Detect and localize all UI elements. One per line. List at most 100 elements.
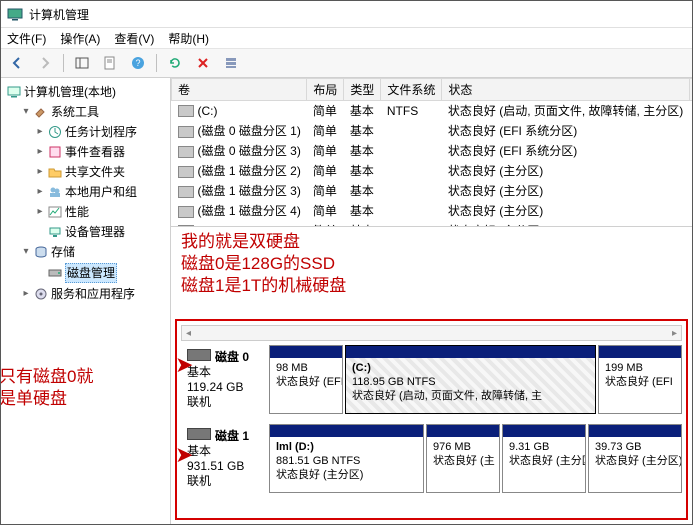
disk1-part4[interactable]: 39.73 GB状态良好 (主分区) bbox=[588, 424, 682, 493]
tree-local-users[interactable]: ▸本地用户和组 bbox=[33, 182, 170, 202]
properties-button[interactable] bbox=[98, 51, 122, 75]
storage-icon bbox=[34, 245, 48, 259]
partition-bar bbox=[270, 346, 342, 358]
col-fs[interactable]: 文件系统 bbox=[381, 79, 442, 101]
table-row[interactable]: (磁盘 0 磁盘分区 1)简单基本状态良好 (EFI 系统分区)98 MB98 bbox=[172, 121, 693, 141]
disk1-part1-d[interactable]: lml (D:)881.51 GB NTFS状态良好 (主分区) bbox=[269, 424, 424, 493]
content-pane: 卷 布局 类型 文件系统 状态 容量 可 (C:)简单基本NTFS状态良好 (启… bbox=[171, 78, 692, 524]
tree-storage[interactable]: ▾存储 bbox=[19, 242, 170, 262]
partition-bar bbox=[589, 425, 681, 437]
expand-icon[interactable]: ▾ bbox=[21, 103, 31, 121]
tools-icon bbox=[34, 105, 48, 119]
disk-map[interactable]: ◂▸ ➤ 磁盘 0 基本 119.24 GB 联机 98 MB状态良好 (EFI bbox=[175, 319, 688, 520]
disk-0-partitions: 98 MB状态良好 (EFI (C:)118.95 GB NTFS状态良好 (启… bbox=[269, 345, 682, 414]
svg-text:?: ? bbox=[135, 58, 140, 68]
tree-disk-management[interactable]: 磁盘管理 bbox=[33, 262, 170, 284]
annotation-right: 我的就是双硬盘 磁盘0是128G的SSD 磁盘1是1T的机械硬盘 bbox=[171, 227, 692, 317]
refresh-button[interactable] bbox=[163, 51, 187, 75]
tree-task-scheduler[interactable]: ▸任务计划程序 bbox=[33, 122, 170, 142]
volume-icon bbox=[178, 126, 194, 138]
delete-button[interactable] bbox=[191, 51, 215, 75]
users-icon bbox=[48, 185, 62, 199]
volume-icon bbox=[178, 186, 194, 198]
tree-shared-folders[interactable]: ▸共享文件夹 bbox=[33, 162, 170, 182]
expand-icon[interactable]: ▸ bbox=[35, 183, 45, 201]
table-row[interactable]: (磁盘 0 磁盘分区 3)简单基本状态良好 (EFI 系统分区)199 MB19 bbox=[172, 141, 693, 161]
disk0-part3[interactable]: 199 MB状态良好 (EFI bbox=[598, 345, 682, 414]
perf-icon bbox=[48, 205, 62, 219]
partition-bar bbox=[270, 425, 423, 437]
col-type[interactable]: 类型 bbox=[344, 79, 381, 101]
col-volume[interactable]: 卷 bbox=[172, 79, 307, 101]
horizontal-scrollbar[interactable]: ◂▸ bbox=[181, 325, 682, 341]
expand-icon[interactable]: ▸ bbox=[35, 143, 45, 161]
annotation-arrow-icon: ➤ bbox=[175, 357, 193, 373]
col-status[interactable]: 状态 bbox=[442, 79, 689, 101]
menu-help[interactable]: 帮助(H) bbox=[168, 30, 209, 47]
volume-icon bbox=[178, 166, 194, 178]
disk-row-0[interactable]: 磁盘 0 基本 119.24 GB 联机 98 MB状态良好 (EFI (C:)… bbox=[181, 345, 682, 414]
toolbar-separator bbox=[156, 54, 157, 72]
services-icon bbox=[34, 287, 48, 301]
expand-icon[interactable]: ▸ bbox=[21, 285, 31, 303]
menu-action[interactable]: 操作(A) bbox=[60, 30, 100, 47]
disk0-part2-c[interactable]: (C:)118.95 GB NTFS状态良好 (启动, 页面文件, 故障转储, … bbox=[345, 345, 596, 414]
table-row[interactable]: (C:)简单基本NTFS状态良好 (启动, 页面文件, 故障转储, 主分区)11… bbox=[172, 101, 693, 121]
partition-bar bbox=[599, 346, 681, 358]
tree-services-apps[interactable]: ▸服务和应用程序 bbox=[19, 284, 170, 304]
volume-list[interactable]: 卷 布局 类型 文件系统 状态 容量 可 (C:)简单基本NTFS状态良好 (启… bbox=[171, 78, 692, 227]
table-row[interactable]: (磁盘 1 磁盘分区 2)简单基本状态良好 (主分区)976 MB97 bbox=[172, 161, 693, 181]
partition-bar bbox=[346, 346, 595, 358]
forward-button[interactable] bbox=[33, 51, 57, 75]
disk-0-info: 磁盘 0 基本 119.24 GB 联机 bbox=[181, 345, 269, 414]
tree-performance[interactable]: ▸性能 bbox=[33, 202, 170, 222]
back-button[interactable] bbox=[5, 51, 29, 75]
expand-icon[interactable]: ▸ bbox=[35, 163, 45, 181]
disk1-part3[interactable]: 9.31 GB状态良好 (主分区 bbox=[502, 424, 586, 493]
toolbar-separator bbox=[63, 54, 64, 72]
tree-root[interactable]: 计算机管理(本地) bbox=[5, 82, 170, 102]
view-list-button[interactable] bbox=[219, 51, 243, 75]
table-row[interactable]: (磁盘 1 磁盘分区 4)简单基本状态良好 (主分区)39.73 GB39 bbox=[172, 201, 693, 221]
menubar: 文件(F) 操作(A) 查看(V) 帮助(H) bbox=[1, 28, 692, 49]
disk-1-info: 磁盘 1 基本 931.51 GB 联机 bbox=[181, 424, 269, 493]
scroll-right-icon[interactable]: ▸ bbox=[672, 328, 677, 339]
disk-icon bbox=[48, 266, 62, 280]
tree-device-manager[interactable]: 设备管理器 bbox=[33, 222, 170, 242]
tree-system-tools[interactable]: ▾系统工具 bbox=[19, 102, 170, 122]
volume-icon bbox=[178, 105, 194, 117]
disk-row-1[interactable]: 磁盘 1 基本 931.51 GB 联机 lml (D:)881.51 GB N… bbox=[181, 424, 682, 493]
device-icon bbox=[48, 225, 62, 239]
expand-icon[interactable]: ▸ bbox=[35, 203, 45, 221]
menu-view[interactable]: 查看(V) bbox=[114, 30, 154, 47]
col-capacity[interactable]: 容量 bbox=[689, 79, 692, 101]
disk-1-partitions: lml (D:)881.51 GB NTFS状态良好 (主分区) 976 MB状… bbox=[269, 424, 682, 493]
nav-tree[interactable]: 计算机管理(本地) ▾系统工具 ▸任务计划程序 ▸事件查看器 ▸共享文件夹 ▸本… bbox=[1, 78, 171, 524]
show-hide-tree-button[interactable] bbox=[70, 51, 94, 75]
volume-icon bbox=[178, 146, 194, 158]
volume-table[interactable]: 卷 布局 类型 文件系统 状态 容量 可 (C:)简单基本NTFS状态良好 (启… bbox=[171, 78, 692, 227]
col-layout[interactable]: 布局 bbox=[307, 79, 344, 101]
expand-icon[interactable]: ▸ bbox=[35, 123, 45, 141]
annotation-arrow-icon: ➤ bbox=[175, 447, 193, 463]
titlebar: 计算机管理 bbox=[1, 1, 692, 28]
partition-bar bbox=[427, 425, 499, 437]
computer-icon bbox=[7, 85, 21, 99]
window-title: 计算机管理 bbox=[29, 6, 686, 23]
folder-share-icon bbox=[48, 165, 62, 179]
partition-bar bbox=[503, 425, 585, 437]
tree-event-viewer[interactable]: ▸事件查看器 bbox=[33, 142, 170, 162]
menu-file[interactable]: 文件(F) bbox=[7, 30, 46, 47]
help-button[interactable]: ? bbox=[126, 51, 150, 75]
volume-icon bbox=[178, 206, 194, 218]
event-icon bbox=[48, 145, 62, 159]
toolbar: ? bbox=[1, 49, 692, 78]
table-row[interactable]: (磁盘 1 磁盘分区 3)简单基本状态良好 (主分区)9.31 GB9.3 bbox=[172, 181, 693, 201]
disk-icon bbox=[187, 428, 211, 440]
disk0-part1[interactable]: 98 MB状态良好 (EFI bbox=[269, 345, 343, 414]
expand-icon[interactable]: ▾ bbox=[21, 243, 31, 261]
disk1-part2[interactable]: 976 MB状态良好 (主 bbox=[426, 424, 500, 493]
scroll-left-icon[interactable]: ◂ bbox=[186, 328, 191, 339]
clock-icon bbox=[48, 125, 62, 139]
computer-management-window: 计算机管理 文件(F) 操作(A) 查看(V) 帮助(H) ? 计算机管理(本地… bbox=[0, 0, 693, 525]
